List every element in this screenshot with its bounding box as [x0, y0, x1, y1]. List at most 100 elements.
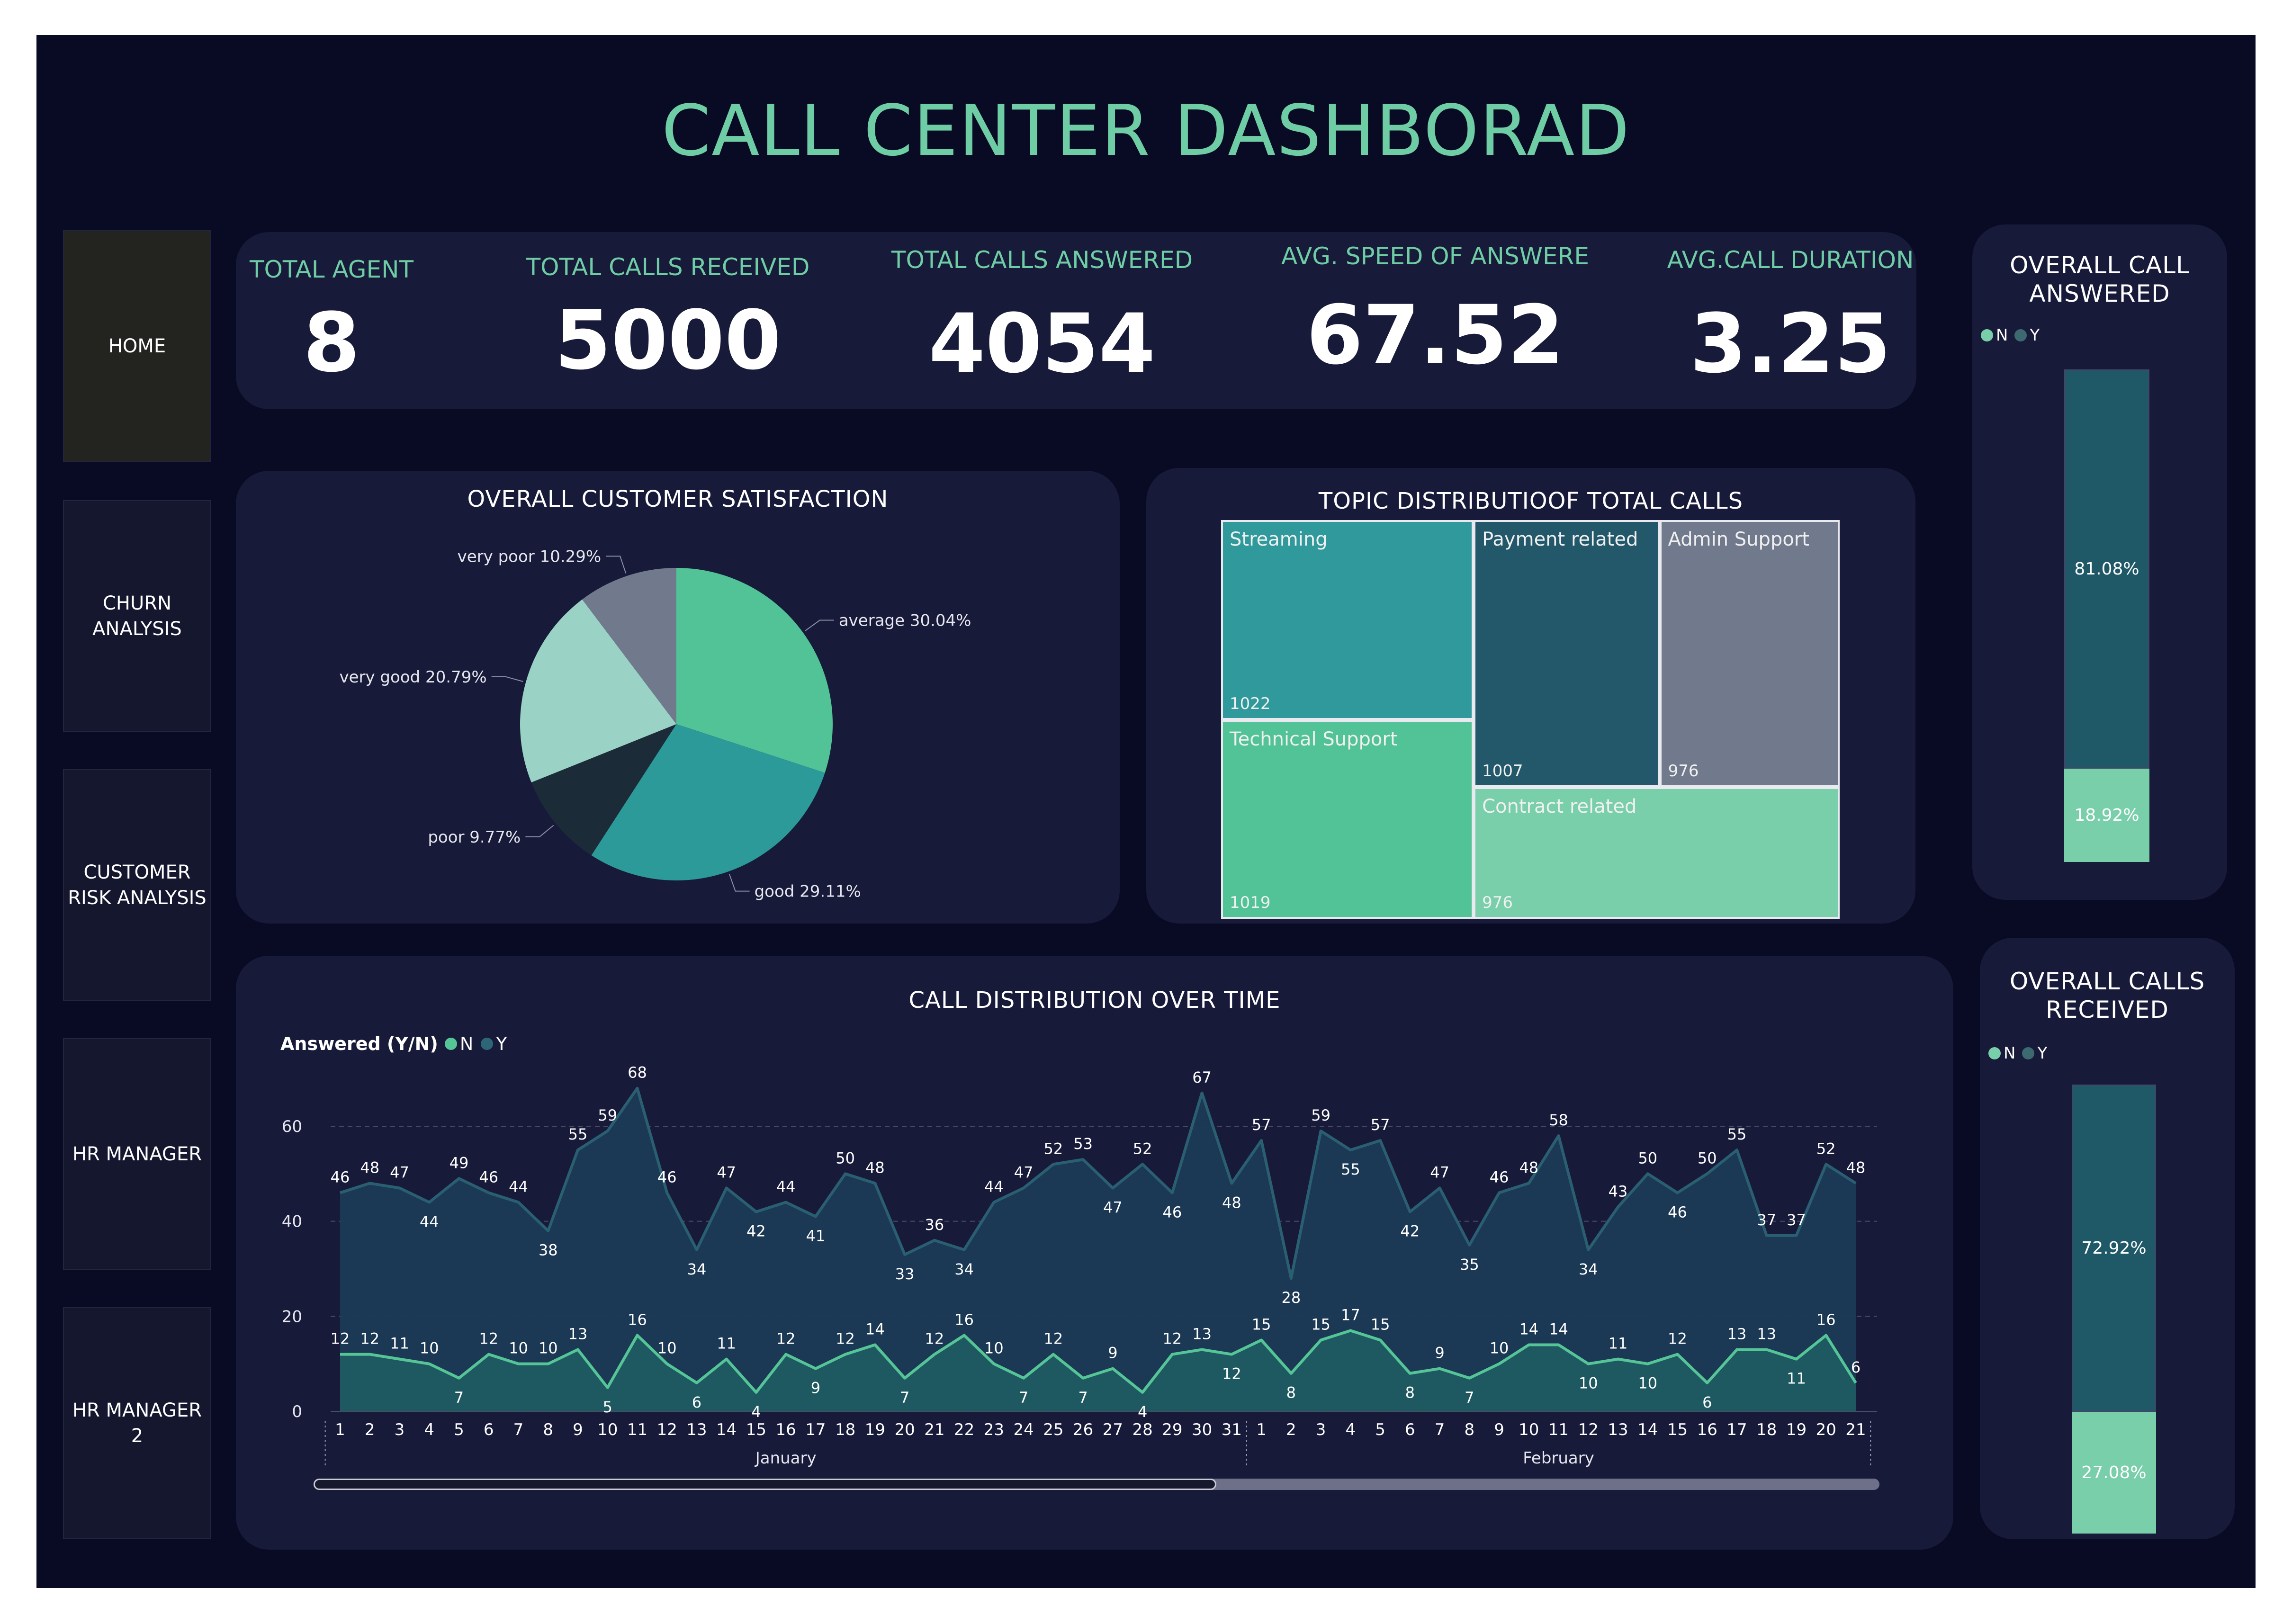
kpi-label: TOTAL CALLS RECEIVED	[526, 253, 810, 281]
data-label: 8	[1405, 1384, 1415, 1402]
pie-label: very good 20.79%	[339, 668, 486, 687]
nav-hr-manager-button[interactable]: HR MANAGER	[63, 1038, 211, 1270]
data-label: 10	[509, 1339, 528, 1357]
data-label: 10	[1579, 1374, 1598, 1392]
kpi-label: AVG. SPEED OF ANSWERE	[1281, 242, 1589, 270]
data-label: 4	[751, 1403, 761, 1421]
x-tick-label: 1	[1256, 1420, 1267, 1439]
data-label: 47	[390, 1163, 409, 1181]
bar-segment-y[interactable]: 81.08%	[2064, 369, 2149, 769]
x-tick-label: 25	[1043, 1420, 1063, 1439]
data-label: 4	[1138, 1403, 1147, 1421]
data-label: 28	[1281, 1289, 1301, 1307]
bar-segment-label: 27.08%	[2081, 1463, 2147, 1483]
kpi-total-calls-received: TOTAL CALLS RECEIVED 5000	[516, 253, 819, 381]
x-tick-label: 11	[627, 1420, 647, 1439]
data-label: 46	[657, 1168, 677, 1186]
x-tick-label: 30	[1192, 1420, 1212, 1439]
data-label: 48	[1222, 1193, 1241, 1211]
data-label: 7	[1019, 1389, 1028, 1407]
data-label: 44	[420, 1213, 439, 1231]
legend-n-marker	[1988, 1047, 2001, 1059]
bar-segment-label: 81.08%	[2074, 559, 2139, 579]
data-label: 12	[479, 1330, 498, 1348]
data-label: 9	[1108, 1344, 1117, 1362]
bar-segment-n[interactable]: 18.92%	[2064, 769, 2149, 862]
pie-leader-line	[606, 556, 627, 574]
x-tick-label: 16	[776, 1420, 796, 1439]
x-tick-label: 22	[954, 1420, 974, 1439]
data-label: 48	[865, 1158, 885, 1176]
data-label: 35	[1460, 1256, 1479, 1274]
treemap-cell-value: 1019	[1230, 893, 1271, 912]
x-tick-label: 14	[1637, 1420, 1658, 1439]
data-label: 14	[865, 1320, 885, 1338]
treemap-cell-label: Payment related	[1482, 529, 1638, 550]
data-label: 55	[1727, 1125, 1747, 1143]
treemap-cell-value: 976	[1482, 893, 1513, 912]
x-tick-label: 13	[686, 1420, 707, 1439]
data-label: 13	[1727, 1325, 1747, 1343]
nav-customer-risk-analysis-button[interactable]: CUSTOMER RISK ANALYSIS	[63, 769, 211, 1001]
received-stacked-bar: 72.92% 27.08%	[2072, 1085, 2156, 1534]
data-label: 6	[692, 1393, 701, 1411]
data-label: 36	[925, 1216, 944, 1234]
pie-leader-line	[728, 874, 750, 892]
data-label: 58	[1549, 1111, 1568, 1129]
topic-treemap: Streaming 1022 Technical Support 1019 Paymen…	[1221, 520, 1840, 919]
x-tick-label: 13	[1608, 1420, 1628, 1439]
data-label: 47	[1014, 1163, 1034, 1181]
treemap-cell-value: 1022	[1230, 694, 1271, 713]
month-label: January	[755, 1449, 817, 1468]
nav-churn-analysis-button[interactable]: CHURN ANALYSIS	[63, 500, 211, 732]
bar-segment-y[interactable]: 72.92%	[2072, 1085, 2156, 1412]
treemap-cell-contract-related[interactable]: Contract related 976	[1474, 787, 1840, 919]
data-label: 12	[331, 1330, 350, 1348]
data-label: 16	[1816, 1310, 1836, 1328]
data-label: 12	[776, 1330, 796, 1348]
treemap-cell-payment-related[interactable]: Payment related 1007	[1474, 520, 1660, 788]
legend-y-marker	[2022, 1047, 2035, 1059]
legend-y-label: Y	[2030, 326, 2040, 345]
x-tick-label: 17	[805, 1420, 826, 1439]
data-label: 55	[568, 1125, 588, 1143]
x-tick-label: 4	[1346, 1420, 1356, 1439]
treemap-cell-value: 1007	[1482, 762, 1523, 781]
data-label: 34	[1579, 1260, 1598, 1278]
data-label: 12	[836, 1330, 855, 1348]
month-label: February	[1523, 1449, 1594, 1468]
treemap-cell-admin-support[interactable]: Admin Support 976	[1659, 520, 1840, 788]
kpi-label: TOTAL CALLS ANSWERED	[891, 246, 1193, 274]
treemap-cell-streaming[interactable]: Streaming 1022	[1221, 520, 1474, 720]
answered-chart-title: OVERALL CALL ANSWERED	[2010, 251, 2190, 307]
kpi-value: 4054	[928, 296, 1156, 391]
data-label: 7	[900, 1389, 909, 1407]
nav-home-button[interactable]: HOME	[63, 230, 211, 462]
x-tick-label: 10	[1519, 1420, 1539, 1439]
kpi-avg-speed-of-answer: AVG. SPEED OF ANSWERE 67.52	[1279, 242, 1591, 376]
data-label: 12	[360, 1330, 379, 1348]
x-tick-label: 3	[1316, 1420, 1326, 1439]
x-tick-label: 17	[1726, 1420, 1747, 1439]
pie-label: very poor 10.29%	[458, 547, 602, 566]
x-tick-label: 6	[1405, 1420, 1415, 1439]
y-tick-label: 40	[282, 1212, 302, 1231]
nav-hr-manager-2-button[interactable]: HR MANAGER 2	[63, 1307, 211, 1539]
data-label: 14	[1549, 1320, 1568, 1338]
x-tick-label: 20	[895, 1420, 915, 1439]
x-tick-label: 19	[1786, 1420, 1807, 1439]
treemap-cell-label: Streaming	[1230, 529, 1328, 550]
treemap-cell-technical-support[interactable]: Technical Support 1019	[1221, 719, 1474, 919]
x-tick-label: 7	[1435, 1420, 1445, 1439]
data-label: 57	[1252, 1116, 1271, 1134]
data-label: 42	[746, 1222, 766, 1240]
x-tick-label: 9	[1494, 1420, 1504, 1439]
data-label: 67	[1192, 1068, 1212, 1086]
bar-segment-n[interactable]: 27.08%	[2072, 1412, 2156, 1534]
data-label: 15	[1371, 1316, 1390, 1334]
data-label: 68	[628, 1064, 647, 1082]
topic-chart-title: TOPIC DISTRIBUTIOOF TOTAL CALLS	[1318, 488, 1744, 514]
data-label: 50	[836, 1149, 855, 1167]
chart-scrollbar-thumb[interactable]	[314, 1479, 1216, 1490]
data-label: 11	[717, 1335, 736, 1353]
